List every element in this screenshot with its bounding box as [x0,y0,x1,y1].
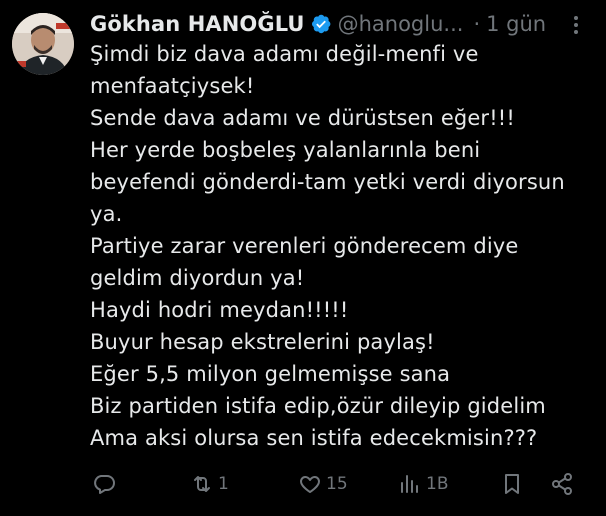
retweet-button[interactable]: 1 [190,472,229,496]
retweet-count: 1 [218,474,229,494]
author-handle[interactable]: @hanoglu... [338,12,464,36]
avatar[interactable] [12,13,74,75]
reply-button[interactable] [92,472,116,496]
action-bar: 1 15 1B [90,472,580,496]
tweet-header: Gökhan HANOĞLU @hanoglu... · 1 gün [90,9,546,39]
like-button[interactable]: 15 [298,472,348,496]
more-options-icon[interactable] [567,14,585,36]
separator-dot: · [473,12,481,36]
avatar-image [12,13,74,75]
views-button[interactable]: 1B [398,472,448,496]
reply-icon [94,475,115,494]
heart-icon [300,476,320,493]
bookmark-icon [505,474,519,494]
share-icon [552,473,572,495]
tweet-text: Şimdi biz dava adamı değil-menfi ve menf… [90,42,565,450]
views-chart-icon [401,475,418,493]
verified-badge-icon[interactable] [310,13,332,35]
views-count: 1B [426,474,449,494]
display-name[interactable]: Gökhan HANOĞLU [90,12,305,36]
share-button[interactable] [550,472,574,496]
retweet-icon [194,476,210,492]
tweet-card[interactable]: Gökhan HANOĞLU @hanoglu... · 1 gün Şimdi… [0,0,606,516]
bookmark-button[interactable] [500,472,524,496]
like-count: 15 [326,474,348,494]
timestamp[interactable]: 1 gün [486,12,546,36]
